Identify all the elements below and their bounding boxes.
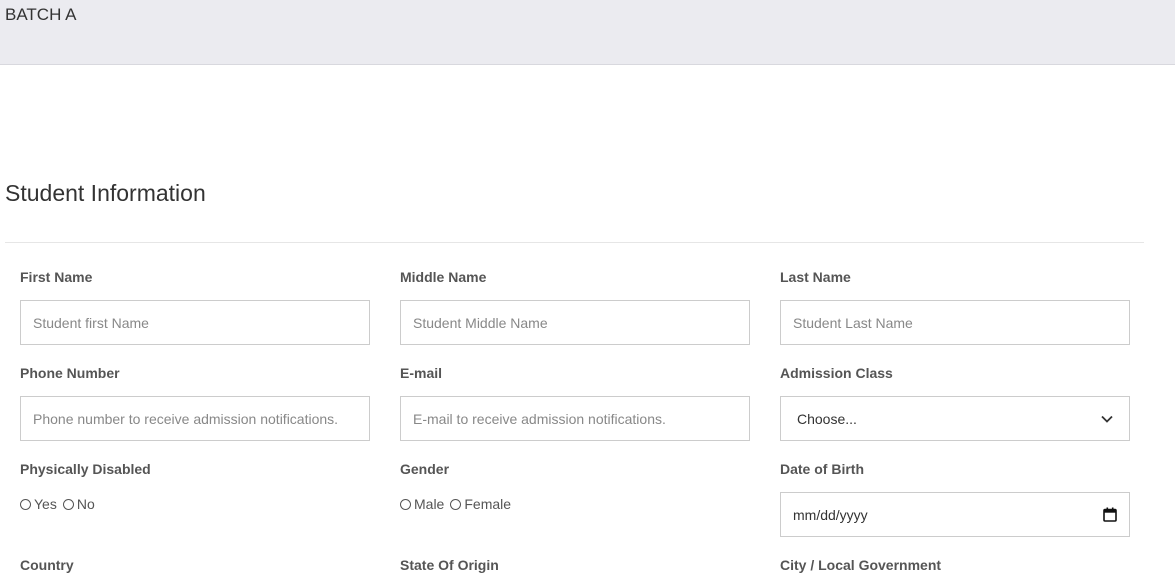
gender-label: Gender (400, 461, 450, 477)
dob-label: Date of Birth (780, 461, 864, 477)
disabled-yes-option[interactable]: Yes (20, 496, 57, 512)
gender-group: Male Female (400, 496, 517, 512)
city-label: City / Local Government (780, 557, 942, 573)
admission-class-selected: Choose... (797, 410, 857, 427)
dob-value: mm/dd/yyyy (793, 506, 868, 523)
radio-female-label: Female (464, 496, 512, 512)
middle-name-input[interactable] (400, 300, 750, 345)
top-bar: BATCH A (0, 0, 1175, 65)
radio-no[interactable] (62, 498, 74, 510)
first-name-input[interactable] (20, 300, 370, 345)
calendar-icon[interactable] (1103, 507, 1117, 522)
radio-male[interactable] (400, 498, 411, 510)
physically-disabled-group: Yes No (20, 496, 101, 512)
admission-class-label: Admission Class (780, 365, 893, 381)
disabled-no-option[interactable]: No (62, 496, 95, 512)
first-name-label: First Name (20, 269, 93, 285)
state-of-origin-label: State Of Origin (400, 557, 499, 573)
email-input[interactable] (400, 396, 750, 441)
phone-input[interactable] (20, 396, 370, 441)
gender-female-option[interactable]: Female (450, 496, 511, 512)
radio-female[interactable] (450, 498, 462, 510)
country-label: Country (20, 557, 74, 573)
dob-input[interactable]: mm/dd/yyyy (780, 492, 1130, 537)
middle-name-label: Middle Name (400, 269, 487, 285)
radio-yes[interactable] (20, 498, 31, 510)
radio-yes-label: Yes (34, 496, 57, 512)
gender-male-option[interactable]: Male (400, 496, 444, 512)
chevron-down-icon (1101, 415, 1113, 423)
section-divider (5, 242, 1144, 243)
radio-male-label: Male (414, 496, 445, 512)
phone-label: Phone Number (20, 365, 120, 381)
radio-no-label: No (76, 496, 95, 512)
section-title: Student Information (5, 180, 206, 206)
physically-disabled-label: Physically Disabled (20, 461, 151, 477)
batch-title: BATCH A (5, 5, 77, 24)
email-label: E-mail (400, 365, 443, 381)
last-name-input[interactable] (780, 300, 1130, 345)
last-name-label: Last Name (780, 269, 851, 285)
admission-class-select[interactable]: Choose... (780, 396, 1130, 441)
